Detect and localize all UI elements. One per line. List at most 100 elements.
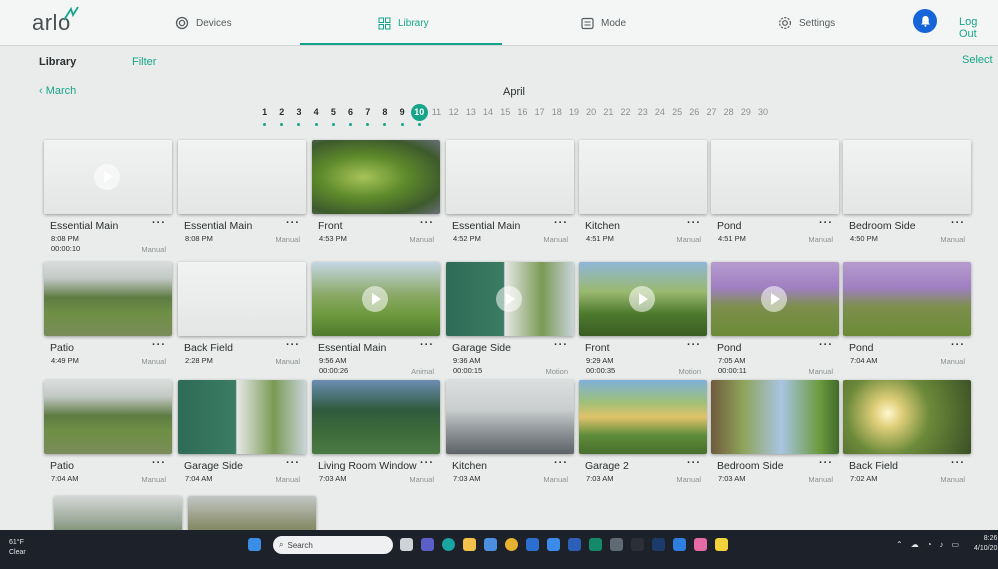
clip-card[interactable]: Garage 2 ··· 7:03 AM Manual (579, 380, 707, 484)
more-options-icon[interactable]: ··· (152, 457, 166, 469)
clip-card[interactable]: Essential Main ··· 8:08 PM 00:00:10 Manual (44, 140, 172, 254)
clip-card[interactable]: Pond ··· 7:04 AM Manual (843, 262, 971, 366)
day-6[interactable]: 6 (342, 107, 359, 127)
nav-settings[interactable]: Settings (778, 0, 835, 46)
more-options-icon[interactable]: ··· (286, 457, 300, 469)
word-icon[interactable] (568, 538, 581, 551)
day-4[interactable]: 4 (308, 107, 325, 127)
clip-thumbnail[interactable] (579, 380, 707, 454)
clip-thumbnail[interactable] (312, 380, 440, 454)
clip-card[interactable]: Pond ··· 7:05 AM 00:00:11 Manual (711, 262, 839, 376)
calculator-icon[interactable] (610, 538, 623, 551)
day-7[interactable]: 7 (359, 107, 376, 127)
more-options-icon[interactable]: ··· (286, 217, 300, 229)
clip-thumbnail[interactable] (843, 380, 971, 454)
play-icon[interactable] (761, 286, 787, 312)
nav-mode[interactable]: Mode (581, 0, 626, 46)
clip-thumbnail[interactable] (711, 380, 839, 454)
publisher-icon[interactable] (589, 538, 602, 551)
battery-icon[interactable]: ▭ (952, 540, 960, 549)
day-13[interactable]: 13 (462, 107, 479, 127)
more-options-icon[interactable]: ··· (951, 217, 965, 229)
chrome-icon[interactable] (505, 538, 518, 551)
previous-month-link[interactable]: ‹ March (39, 85, 76, 97)
day-23[interactable]: 23 (634, 107, 651, 127)
nav-library[interactable]: Library (378, 0, 429, 46)
clip-card[interactable]: Living Room Window ··· 7:03 AM Manual (312, 380, 440, 484)
clip-card[interactable]: Essential Main ··· 4:52 PM Manual (446, 140, 574, 244)
more-options-icon[interactable]: ··· (152, 339, 166, 351)
store-icon[interactable] (484, 538, 497, 551)
clip-thumbnail[interactable] (446, 262, 574, 336)
day-27[interactable]: 27 (703, 107, 720, 127)
taskbar-clock[interactable]: 8:26 4/10/20 (974, 534, 997, 554)
more-options-icon[interactable]: ··· (687, 457, 701, 469)
more-options-icon[interactable]: ··· (286, 339, 300, 351)
more-options-icon[interactable]: ··· (687, 217, 701, 229)
more-options-icon[interactable]: ··· (554, 217, 568, 229)
day-28[interactable]: 28 (720, 107, 737, 127)
clip-thumbnail[interactable] (312, 262, 440, 336)
day-17[interactable]: 17 (531, 107, 548, 127)
sticky-notes-icon[interactable] (715, 538, 728, 551)
paint-icon[interactable] (694, 538, 707, 551)
clip-thumbnail[interactable] (843, 262, 971, 336)
clip-thumbnail[interactable] (312, 140, 440, 214)
weather-widget[interactable]: 61°F Clear (9, 538, 26, 558)
logout-link[interactable]: Log Out (959, 16, 998, 40)
clip-thumbnail[interactable] (579, 262, 707, 336)
day-20[interactable]: 20 (583, 107, 600, 127)
clip-card[interactable]: Back Field ··· 7:02 AM Manual (843, 380, 971, 484)
play-icon[interactable] (496, 286, 522, 312)
camera-app-icon[interactable] (673, 538, 686, 551)
chevron-up-icon[interactable]: ⌃ (896, 540, 903, 549)
clip-card[interactable]: Bedroom Side ··· 7:03 AM Manual (711, 380, 839, 484)
clip-thumbnail[interactable] (178, 380, 306, 454)
day-3[interactable]: 3 (290, 107, 307, 127)
task-view-icon[interactable] (400, 538, 413, 551)
clip-thumbnail[interactable] (711, 140, 839, 214)
clip-card[interactable]: Essential Main ··· 8:08 PM Manual (178, 140, 306, 244)
day-21[interactable]: 21 (600, 107, 617, 127)
day-30[interactable]: 30 (754, 107, 771, 127)
clip-thumbnail[interactable] (579, 140, 707, 214)
nav-devices[interactable]: Devices (175, 0, 232, 46)
clip-card[interactable]: Back Field ··· 2:28 PM Manual (178, 262, 306, 366)
clip-card[interactable]: Kitchen ··· 7:03 AM Manual (446, 380, 574, 484)
photoshop-icon[interactable] (652, 538, 665, 551)
filter-button[interactable]: Filter (132, 56, 156, 68)
day-12[interactable]: 12 (445, 107, 462, 127)
clip-thumbnail[interactable] (178, 262, 306, 336)
more-options-icon[interactable]: ··· (554, 457, 568, 469)
clip-thumbnail[interactable] (44, 140, 172, 214)
more-options-icon[interactable]: ··· (420, 339, 434, 351)
clip-card[interactable]: Patio ··· 7:04 AM Manual (44, 380, 172, 484)
day-16[interactable]: 16 (514, 107, 531, 127)
day-29[interactable]: 29 (737, 107, 754, 127)
clip-card[interactable]: Pond ··· 4:51 PM Manual (711, 140, 839, 244)
clip-card[interactable]: Front ··· 9:29 AM 00:00:35 Motion (579, 262, 707, 376)
more-options-icon[interactable]: ··· (152, 217, 166, 229)
clip-thumbnail[interactable] (446, 140, 574, 214)
clip-card[interactable]: Garage Side ··· 7:04 AM Manual (178, 380, 306, 484)
clip-card[interactable]: Bedroom Side ··· 4:50 PM Manual (843, 140, 971, 244)
taskbar-search[interactable]: ⌕ Search (273, 536, 393, 554)
more-options-icon[interactable]: ··· (819, 457, 833, 469)
day-14[interactable]: 14 (479, 107, 496, 127)
clip-thumbnail[interactable] (711, 262, 839, 336)
day-25[interactable]: 25 (669, 107, 686, 127)
more-options-icon[interactable]: ··· (819, 339, 833, 351)
clip-thumbnail[interactable] (44, 262, 172, 336)
clip-thumbnail[interactable] (178, 140, 306, 214)
clip-card[interactable]: Garage Side ··· 9:36 AM 00:00:15 Motion (446, 262, 574, 376)
more-options-icon[interactable]: ··· (687, 339, 701, 351)
day-15[interactable]: 15 (497, 107, 514, 127)
clip-thumbnail[interactable] (446, 380, 574, 454)
day-2[interactable]: 2 (273, 107, 290, 127)
day-10[interactable]: 10 (410, 104, 428, 127)
day-26[interactable]: 26 (686, 107, 703, 127)
clip-card[interactable]: Patio ··· 4:49 PM Manual (44, 262, 172, 366)
play-icon[interactable] (94, 164, 120, 190)
zoom-icon[interactable] (547, 538, 560, 551)
select-button[interactable]: Select (962, 54, 993, 66)
